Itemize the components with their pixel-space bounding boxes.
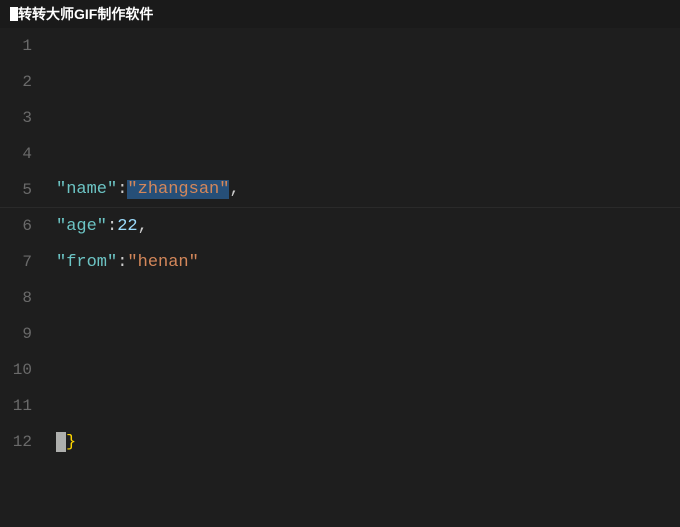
cursor-line-icon (56, 432, 66, 452)
key-from: "from" (56, 253, 117, 272)
value-age: 22 (117, 217, 137, 236)
key-age: "age" (56, 217, 107, 236)
line-number-8: 8 (0, 289, 48, 307)
app-title: 转转大师GIF制作软件 (18, 4, 153, 24)
line-number-12: 12 (0, 433, 48, 451)
value-zhangsan: "zhangsan" (127, 180, 229, 199)
line-number-1: 1 (0, 37, 48, 55)
line-number-6: 6 (0, 217, 48, 235)
colon-3: : (117, 253, 127, 272)
line-number-11: 11 (0, 397, 48, 415)
colon-2: : (107, 217, 117, 236)
value-henan: "henan" (127, 253, 198, 272)
code-line-9: 9 (0, 316, 680, 352)
comma-2: , (138, 217, 148, 236)
code-line-11: 11 (0, 388, 680, 424)
line-number-3: 3 (0, 109, 48, 127)
code-line-4: 4 (0, 136, 680, 172)
line-content-6: "age":22, (48, 217, 148, 236)
code-line-6: 6 "age":22, (0, 208, 680, 244)
line-number-2: 2 (0, 73, 48, 91)
title-bar: 转转大师GIF制作软件 (0, 0, 680, 28)
code-line-5: 5 "name":"zhangsan", (0, 172, 680, 208)
code-line-7: 7 "from":"henan" (0, 244, 680, 280)
line-number-7: 7 (0, 253, 48, 271)
closing-brace: } (66, 433, 76, 452)
key-name: "name" (56, 180, 117, 199)
code-line-8: 8 (0, 280, 680, 316)
code-line-12: 12 } (0, 424, 680, 460)
code-line-10: 10 (0, 352, 680, 388)
code-line-3: 3 (0, 100, 680, 136)
colon-1: : (117, 180, 127, 199)
line-number-9: 9 (0, 325, 48, 343)
line-number-4: 4 (0, 145, 48, 163)
comma-1: , (229, 180, 239, 199)
code-line-2: 2 (0, 64, 680, 100)
line-number-5: 5 (0, 181, 48, 199)
cursor-icon (10, 7, 18, 21)
editor-area[interactable]: 1 2 3 4 5 "name":"zhangsan", 6 "age":22,… (0, 28, 680, 527)
line-content-7: "from":"henan" (48, 253, 199, 272)
line-number-10: 10 (0, 361, 48, 379)
line-content-12: } (48, 432, 76, 452)
code-line-1: 1 (0, 28, 680, 64)
line-content-5: "name":"zhangsan", (48, 180, 240, 199)
